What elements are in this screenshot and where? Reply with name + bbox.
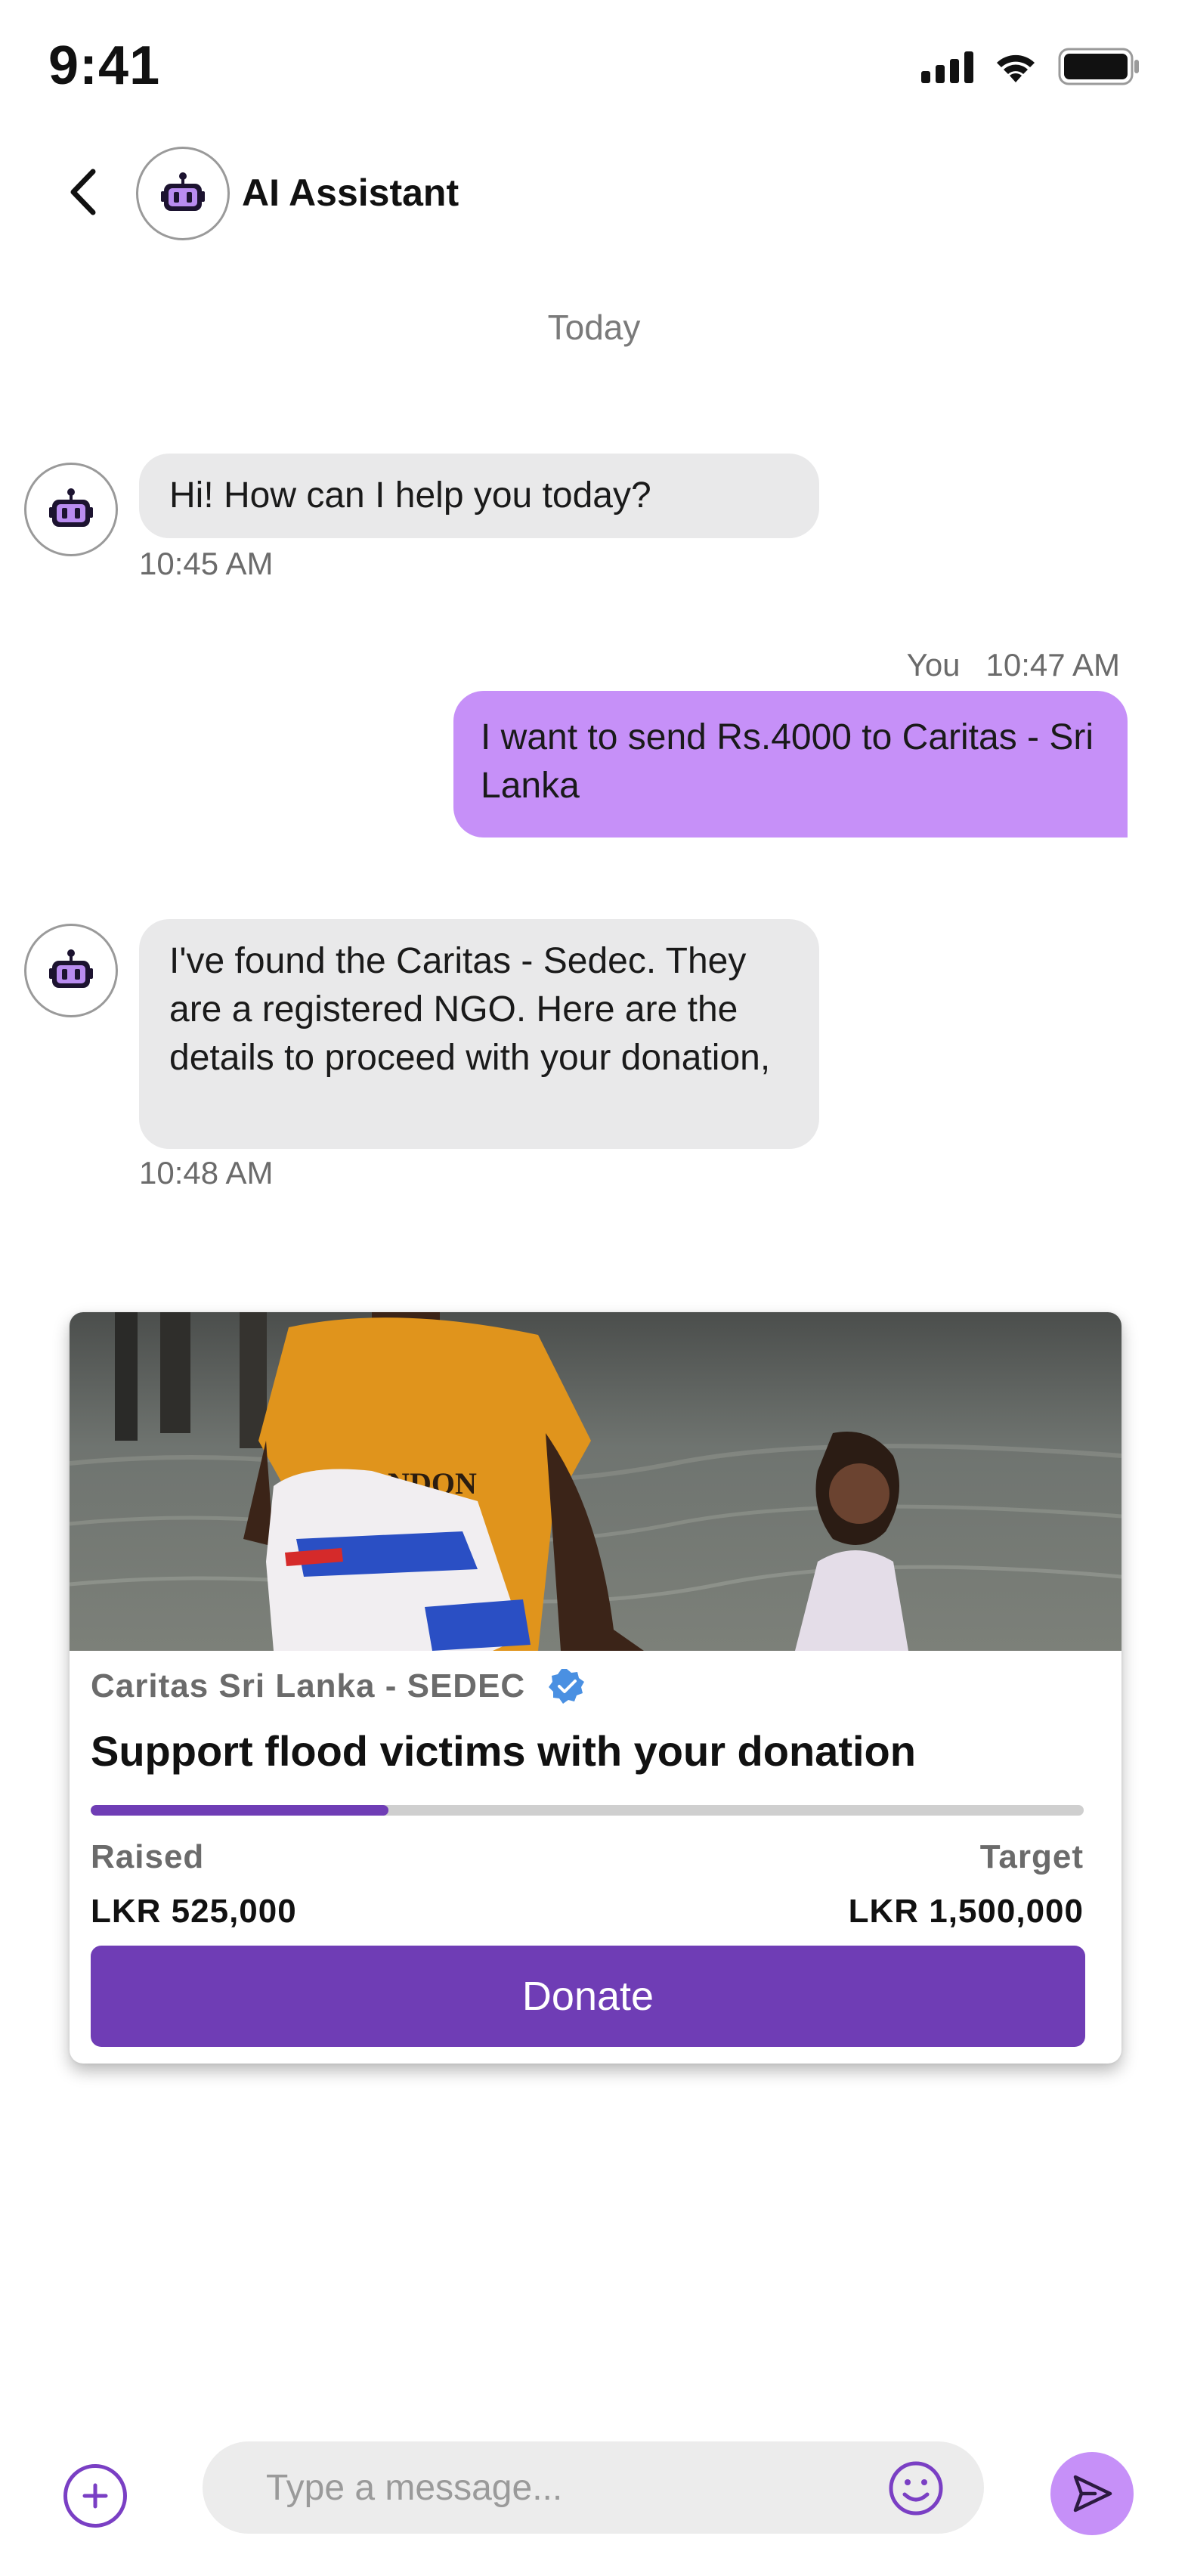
- bot-message-bubble: I've found the Caritas - Sedec. They are…: [139, 919, 819, 1149]
- message-input-bar: [0, 2441, 1188, 2555]
- signal-icon: [921, 50, 973, 83]
- donation-card[interactable]: ONDON Caritas Sri Lanka - SEDEC Support …: [70, 1312, 1121, 2064]
- message-input[interactable]: [266, 2441, 840, 2534]
- message-field[interactable]: [203, 2441, 984, 2534]
- user-message-meta: You 10:47 AM: [907, 647, 1120, 683]
- status-icons: [921, 47, 1141, 86]
- organization-row: Caritas Sri Lanka - SEDEC: [91, 1667, 586, 1705]
- raised-value: LKR 525,000: [91, 1893, 297, 1930]
- date-separator: Today: [547, 308, 641, 347]
- target-value: LKR 1,500,000: [848, 1893, 1084, 1930]
- wifi-icon: [997, 54, 1035, 82]
- organization-name: Caritas Sri Lanka - SEDEC: [91, 1667, 526, 1704]
- status-bar: 9:41: [0, 0, 1188, 136]
- sender-label: You: [906, 647, 961, 683]
- campaign-image: ONDON: [70, 1312, 1121, 1651]
- robot-icon: [161, 172, 205, 211]
- assistant-avatar: [136, 147, 230, 240]
- emoji-icon: [889, 2461, 943, 2516]
- donate-button[interactable]: Donate: [91, 1946, 1085, 2047]
- raised-label: Raised: [91, 1838, 205, 1875]
- emoji-button[interactable]: [886, 2458, 946, 2519]
- bot-avatar: [24, 924, 118, 1017]
- robot-icon: [49, 949, 93, 988]
- send-icon: [1073, 2475, 1112, 2513]
- target-label: Target: [979, 1838, 1084, 1875]
- user-message-bubble: I want to send Rs.4000 to Caritas - Sri …: [453, 691, 1128, 838]
- verified-badge-icon: [549, 1669, 585, 1704]
- funding-progress-fill: [91, 1805, 389, 1816]
- chat-title: AI Assistant: [242, 172, 459, 214]
- send-button[interactable]: [1050, 2452, 1134, 2535]
- robot-icon: [49, 488, 93, 527]
- status-time: 9:41: [48, 36, 161, 96]
- bot-message-bubble: Hi! How can I help you today?: [139, 454, 819, 538]
- chat-header: AI Assistant: [0, 144, 1188, 242]
- funding-progress-bar: [91, 1805, 1084, 1816]
- message-time: 10:45 AM: [139, 546, 274, 581]
- message-time: 10:47 AM: [985, 647, 1120, 683]
- add-attachment-button[interactable]: [63, 2464, 127, 2528]
- message-time: 10:48 AM: [139, 1155, 274, 1190]
- back-arrow-icon: [70, 169, 96, 215]
- back-button[interactable]: [53, 162, 113, 222]
- battery-icon: [1058, 48, 1139, 85]
- bot-avatar: [24, 463, 118, 556]
- plus-icon: [82, 2483, 108, 2509]
- campaign-title: Support flood victims with your donation: [91, 1727, 916, 1775]
